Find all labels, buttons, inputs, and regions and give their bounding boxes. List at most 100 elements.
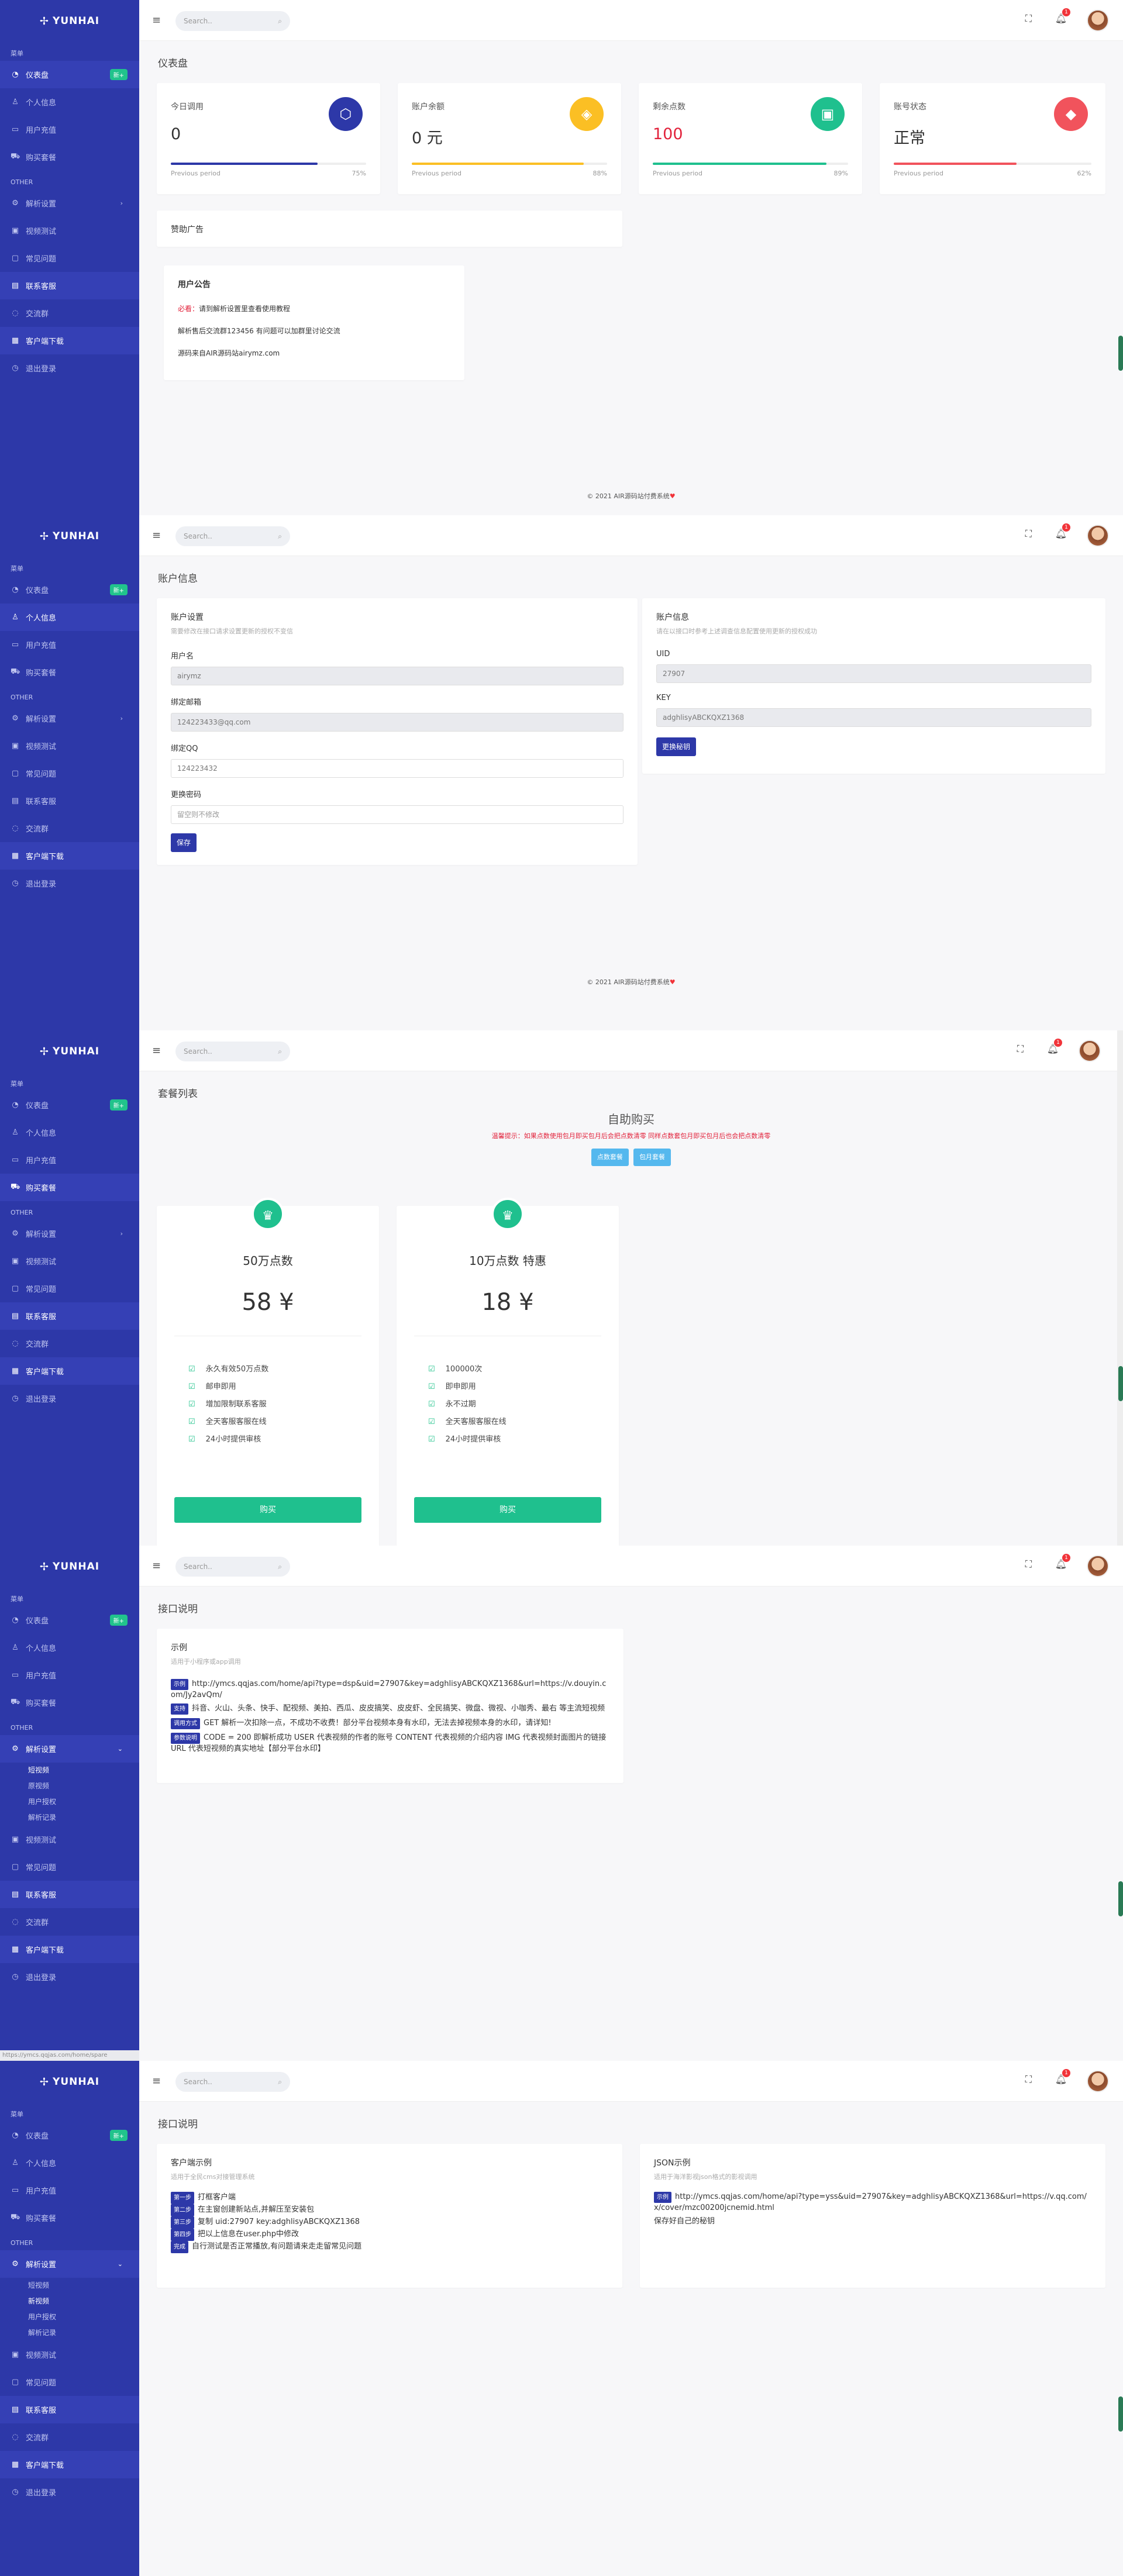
subnav-authorization[interactable]: 用户授权 [0, 2309, 139, 2325]
sidebar-item-client-download[interactable]: ▦ 客户端下载 [0, 1357, 139, 1385]
buy-button[interactable]: 购买 [414, 1497, 601, 1523]
subnav-short-video[interactable]: 短视频 [0, 2278, 139, 2294]
scroll-handle[interactable] [1118, 336, 1123, 371]
sidebar-item-faq[interactable]: ▢ 常见问题 [0, 1275, 139, 1302]
sidebar-item-parse-settings[interactable]: ⚙ 解析设置 › [0, 189, 139, 217]
uid-field[interactable]: 27907 [656, 664, 1091, 683]
key-field[interactable]: adghlisyABCKQXZ1368 [656, 708, 1091, 727]
sidebar-item-contact[interactable]: ▤ 联系客服 [0, 787, 139, 815]
email-field[interactable]: 124223433@qq.com [171, 713, 623, 732]
sidebar-item-logout[interactable]: ◷ 退出登录 [0, 1385, 139, 1412]
sidebar-item-buy[interactable]: ⛟ 购买套餐 [0, 658, 139, 686]
sidebar-item-video-test[interactable]: ▣ 视频测试 [0, 732, 139, 760]
avatar[interactable] [1087, 9, 1109, 32]
sidebar-item-buy[interactable]: ⛟ 购买套餐 [0, 1174, 139, 1201]
subnav-authorization[interactable]: 用户授权 [0, 1794, 139, 1810]
subnav-original-video[interactable]: 原视频 [0, 1778, 139, 1794]
sidebar-item-dashboard[interactable]: ◔ 仪表盘 新+ [0, 61, 139, 88]
reset-key-button[interactable]: 更换秘钥 [656, 737, 697, 756]
sidebar-item-join-group[interactable]: ◌ 交流群 [0, 299, 139, 327]
menu-toggle-icon[interactable]: ≡ [152, 2075, 161, 2087]
sidebar-item-client-download[interactable]: ▦ 客户端下载 [0, 327, 139, 354]
subnav-new-video[interactable]: 新视频 [0, 2294, 139, 2309]
fullscreen-icon[interactable]: ⛶ [1025, 2074, 1032, 2085]
subnav-short-video[interactable]: 短视频 [0, 1763, 139, 1778]
sidebar-item-contact[interactable]: ▤ 联系客服 [0, 1302, 139, 1330]
search-input[interactable]: Search.. ⌕ [175, 526, 290, 546]
sidebar-item-parse-settings[interactable]: ⚙ 解析设置 › [0, 705, 139, 732]
sidebar-item-client-download[interactable]: ▦ 客户端下载 [0, 842, 139, 870]
sidebar-item-faq[interactable]: ▢ 常见问题 [0, 760, 139, 787]
sidebar-item-logs[interactable]: ▭ 用户充值 [0, 2177, 139, 2204]
subnav-parse-log[interactable]: 解析记录 [0, 2325, 139, 2341]
sidebar-item-video-test[interactable]: ▣ 视频测试 [0, 217, 139, 244]
sidebar-item-faq[interactable]: ▢ 常见问题 [0, 1853, 139, 1881]
sidebar-item-dashboard[interactable]: ◔ 仪表盘 新+ [0, 1091, 139, 1119]
sidebar-item-video-test[interactable]: ▣ 视频测试 [0, 2341, 139, 2368]
scroll-handle[interactable] [1118, 1366, 1123, 1401]
scroll-handle[interactable] [1118, 1881, 1123, 1916]
sidebar-item-dashboard[interactable]: ◔ 仪表盘 新+ [0, 2122, 139, 2149]
fullscreen-icon[interactable]: ⛶ [1025, 528, 1032, 540]
buy-button[interactable]: 购买 [174, 1497, 361, 1523]
sidebar-item-logout[interactable]: ◷ 退出登录 [0, 2478, 139, 2506]
menu-toggle-icon[interactable]: ≡ [152, 1044, 161, 1057]
avatar[interactable] [1087, 2070, 1109, 2092]
sidebar-item-dashboard[interactable]: ◔ 仪表盘 新+ [0, 576, 139, 604]
search-input[interactable]: Search.. ⌕ [175, 1042, 290, 1061]
search-input[interactable]: Search.. ⌕ [175, 2072, 290, 2092]
menu-toggle-icon[interactable]: ≡ [152, 1560, 161, 1572]
sidebar-item-parse-settings[interactable]: ⚙ 解析设置 ⌄ [0, 1735, 139, 1763]
sidebar-item-client-download[interactable]: ▦ 客户端下载 [0, 2451, 139, 2478]
sidebar-item-contact[interactable]: ▤ 联系客服 [0, 1881, 139, 1908]
fullscreen-icon[interactable]: ⛶ [1025, 1558, 1032, 1570]
sidebar-item-buy[interactable]: ⛟ 购买套餐 [0, 1689, 139, 1716]
sidebar-item-profile[interactable]: ♙ 个人信息 [0, 1119, 139, 1146]
subnav-parse-log[interactable]: 解析记录 [0, 1810, 139, 1826]
avatar[interactable] [1087, 525, 1109, 547]
tab-points[interactable]: 点数套餐 [591, 1149, 629, 1166]
sidebar-item-parse-settings[interactable]: ⚙ 解析设置 › [0, 1220, 139, 1247]
scroll-handle[interactable] [1118, 2396, 1123, 2432]
avatar[interactable] [1079, 1040, 1101, 1062]
sidebar-item-faq[interactable]: ▢ 常见问题 [0, 244, 139, 272]
avatar[interactable] [1087, 1555, 1109, 1577]
tab-monthly[interactable]: 包月套餐 [633, 1149, 671, 1166]
save-button[interactable]: 保存 [171, 833, 197, 852]
sidebar-item-join-group[interactable]: ◌ 交流群 [0, 815, 139, 842]
sidebar-item-logout[interactable]: ◷ 退出登录 [0, 870, 139, 897]
sidebar-item-logs[interactable]: ▭ 用户充值 [0, 1661, 139, 1689]
logo[interactable]: ✢ YUNHAI [0, 1546, 139, 1588]
sidebar-item-join-group[interactable]: ◌ 交流群 [0, 2423, 139, 2451]
sidebar-item-parse-settings[interactable]: ⚙ 解析设置 ⌄ [0, 2250, 139, 2278]
sidebar-item-logout[interactable]: ◷ 退出登录 [0, 354, 139, 382]
search-input[interactable]: Search.. ⌕ [175, 1557, 290, 1577]
logo[interactable]: ✢ YUNHAI [0, 515, 139, 557]
scrollbar[interactable] [1117, 1030, 1123, 1546]
search-input[interactable]: Search.. ⌕ [175, 11, 290, 31]
sidebar-item-faq[interactable]: ▢ 常见问题 [0, 2368, 139, 2396]
sidebar-item-video-test[interactable]: ▣ 视频测试 [0, 1826, 139, 1853]
sidebar-item-join-group[interactable]: ◌ 交流群 [0, 1908, 139, 1936]
sidebar-item-client-download[interactable]: ▦ 客户端下载 [0, 1936, 139, 1963]
sidebar-item-profile[interactable]: ♙ 个人信息 [0, 1634, 139, 1661]
sidebar-item-profile[interactable]: ♙ 个人信息 [0, 88, 139, 116]
sidebar-item-join-group[interactable]: ◌ 交流群 [0, 1330, 139, 1357]
sidebar-item-profile[interactable]: ♙ 个人信息 [0, 604, 139, 631]
menu-toggle-icon[interactable]: ≡ [152, 529, 161, 542]
sidebar-item-logs[interactable]: ▭ 用户充值 [0, 116, 139, 143]
logo[interactable]: ✢ YUNHAI [0, 0, 139, 42]
sidebar-item-contact[interactable]: ▤ 联系客服 [0, 272, 139, 299]
sidebar-item-logout[interactable]: ◷ 退出登录 [0, 1963, 139, 1991]
logo[interactable]: ✢ YUNHAI [0, 1030, 139, 1073]
fullscreen-icon[interactable]: ⛶ [1017, 1043, 1024, 1055]
sidebar-item-buy[interactable]: ⛟ 购买套餐 [0, 143, 139, 171]
sidebar-item-logs[interactable]: ▭ 用户充值 [0, 631, 139, 658]
sidebar-item-profile[interactable]: ♙ 个人信息 [0, 2149, 139, 2177]
username-field[interactable]: airymz [171, 667, 623, 685]
password-field[interactable]: 留空则不修改 [171, 805, 623, 824]
fullscreen-icon[interactable]: ⛶ [1025, 13, 1032, 25]
sidebar-item-dashboard[interactable]: ◔ 仪表盘 新+ [0, 1606, 139, 1634]
sidebar-item-logs[interactable]: ▭ 用户充值 [0, 1146, 139, 1174]
sidebar-item-video-test[interactable]: ▣ 视频测试 [0, 1247, 139, 1275]
